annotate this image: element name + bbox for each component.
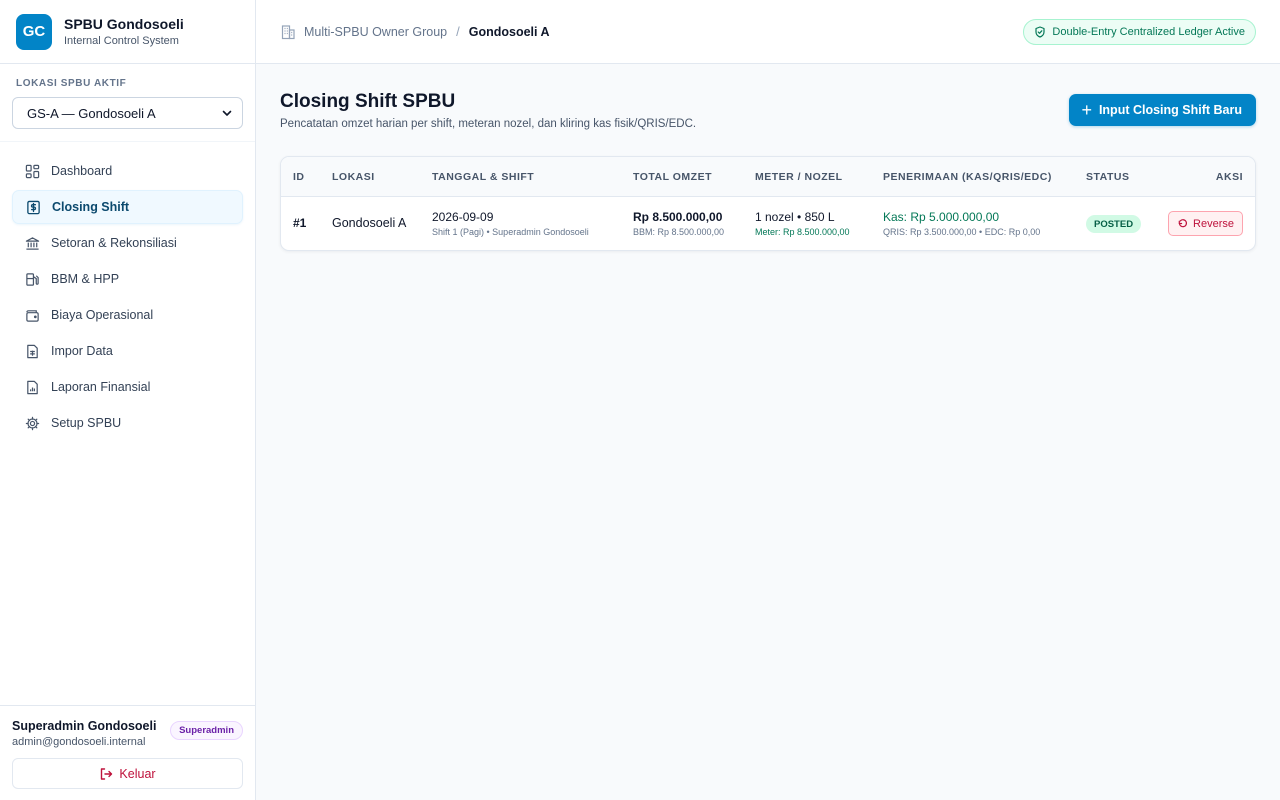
- row-cash: Kas: Rp 5.000.000,00: [883, 210, 1000, 224]
- sidebar-item-biaya[interactable]: Biaya Operasional: [12, 298, 243, 332]
- page-subtitle: Pencatatan omzet harian per shift, meter…: [280, 118, 697, 130]
- column-header-total-omzet: TOTAL OMZET: [633, 171, 712, 183]
- row-cash-detail: QRIS: Rp 3.500.000,00 • EDC: Rp 0,00: [883, 227, 1041, 237]
- column-header-lokasi: LOKASI: [332, 171, 375, 183]
- location-section: LOKASI SPBU AKTIF GS-A — Gondosoeli A: [0, 64, 255, 142]
- logout-button[interactable]: Keluar: [12, 758, 243, 789]
- building-icon: [280, 24, 296, 40]
- brand-subtitle: Internal Control System: [64, 34, 179, 47]
- brand-logo: GC: [16, 13, 52, 50]
- sidebar-item-label: Biaya Operasional: [51, 308, 154, 322]
- row-shift-detail: Shift 1 (Pagi) • Superadmin Gondosoeli: [432, 227, 589, 237]
- reverse-label: Reverse: [1193, 217, 1234, 230]
- row-location: Gondosoeli A: [332, 216, 407, 230]
- top-bar: Multi-SPBU Owner Group / Gondosoeli A Do…: [256, 0, 1280, 64]
- sidebar-item-closing-shift[interactable]: Closing Shift: [12, 190, 243, 224]
- sidebar-item-label: Laporan Finansial: [51, 380, 151, 394]
- sidebar-item-label: Setup SPBU: [51, 416, 122, 430]
- sidebar-item-label: Dashboard: [51, 164, 113, 178]
- sidebar-nav: Dashboard Closing Shift Setoran & Rekons…: [0, 142, 255, 440]
- row-id: #1: [293, 216, 307, 230]
- status-badge: POSTED: [1086, 215, 1142, 233]
- brand-title: SPBU Gondosoeli: [64, 15, 184, 32]
- column-header-meter: METER / NOZEL: [755, 171, 843, 183]
- brand-header: GC SPBU Gondosoeli Internal Control Syst…: [0, 0, 255, 64]
- ledger-status-badge: Double-Entry Centralized Ledger Active: [1023, 19, 1256, 45]
- shield-check-icon: [1035, 26, 1045, 38]
- table-header: ID LOKASI TANGGAL & SHIFT TOTAL OMZET ME…: [281, 157, 1255, 197]
- input-closing-shift-button[interactable]: + Input Closing Shift Baru: [1069, 94, 1256, 126]
- sidebar: GC SPBU Gondosoeli Internal Control Syst…: [0, 0, 256, 800]
- page-title: Closing Shift SPBU: [280, 91, 456, 112]
- reverse-button[interactable]: Reverse: [1168, 211, 1243, 236]
- row-meter: 1 nozel • 850 L: [755, 210, 835, 224]
- sidebar-item-setup[interactable]: Setup SPBU: [12, 406, 243, 440]
- user-panel: Superadmin Gondosoeli admin@gondosoeli.i…: [0, 705, 255, 800]
- undo-icon: [1178, 219, 1188, 228]
- sidebar-item-laporan[interactable]: Laporan Finansial: [12, 370, 243, 404]
- row-date: 2026-09-09: [432, 210, 494, 224]
- location-selected-value: GS-A — Gondosoeli A: [27, 105, 156, 121]
- sidebar-item-bbm-hpp[interactable]: BBM & HPP: [12, 262, 243, 296]
- location-select[interactable]: GS-A — Gondosoeli A: [12, 97, 243, 129]
- breadcrumb-group[interactable]: Multi-SPBU Owner Group: [304, 25, 447, 39]
- table-row[interactable]: #1 Gondosoeli A 2026-09-09 Shift 1 (Pagi…: [281, 197, 1255, 250]
- row-total-omzet: Rp 8.500.000,00: [633, 210, 723, 224]
- main-content: Closing Shift SPBU Pencatatan omzet hari…: [256, 64, 1280, 800]
- chevron-down-icon: [222, 110, 232, 116]
- user-email: admin@gondosoeli.internal: [12, 736, 146, 748]
- row-total-detail: BBM: Rp 8.500.000,00: [633, 227, 725, 237]
- column-header-id: ID: [293, 171, 305, 183]
- gear-icon: [24, 415, 40, 431]
- logout-label: Keluar: [119, 766, 156, 781]
- user-name: Superadmin Gondosoeli: [12, 719, 157, 733]
- row-meter-detail: Meter: Rp 8.500.000,00: [755, 227, 850, 237]
- sidebar-item-label: Setoran & Rekonsiliasi: [51, 236, 177, 250]
- sidebar-item-impor[interactable]: Impor Data: [12, 334, 243, 368]
- role-badge: Superadmin: [170, 721, 243, 740]
- input-closing-shift-label: Input Closing Shift Baru: [1098, 103, 1242, 117]
- sidebar-item-setoran[interactable]: Setoran & Rekonsiliasi: [12, 226, 243, 260]
- bank-icon: [24, 235, 40, 251]
- fuel-pump-icon: [24, 271, 40, 287]
- sidebar-item-label: BBM & HPP: [51, 272, 120, 286]
- plus-icon: +: [1081, 100, 1092, 120]
- sidebar-item-dashboard[interactable]: Dashboard: [12, 154, 243, 188]
- dashboard-icon: [24, 163, 40, 179]
- dollar-receipt-icon: [25, 199, 41, 215]
- breadcrumb-separator: /: [456, 24, 460, 39]
- column-header-tanggal: TANGGAL & SHIFT: [432, 171, 535, 183]
- column-header-status: STATUS: [1086, 171, 1130, 183]
- breadcrumb-current: Gondosoeli A: [468, 24, 550, 39]
- logout-icon: [101, 767, 113, 780]
- closing-shift-table: ID LOKASI TANGGAL & SHIFT TOTAL OMZET ME…: [280, 156, 1256, 251]
- sidebar-item-label: Closing Shift: [52, 200, 130, 214]
- spreadsheet-icon: [24, 343, 40, 359]
- ledger-status-text: Double-Entry Centralized Ledger Active: [1052, 26, 1245, 38]
- column-header-aksi: AKSI: [1215, 171, 1243, 183]
- report-icon: [24, 379, 40, 395]
- column-header-penerimaan: PENERIMAAN (KAS/QRIS/EDC): [883, 171, 1052, 183]
- sidebar-item-label: Impor Data: [51, 344, 113, 358]
- wallet-icon: [24, 307, 40, 323]
- location-label: LOKASI SPBU AKTIF: [16, 78, 127, 89]
